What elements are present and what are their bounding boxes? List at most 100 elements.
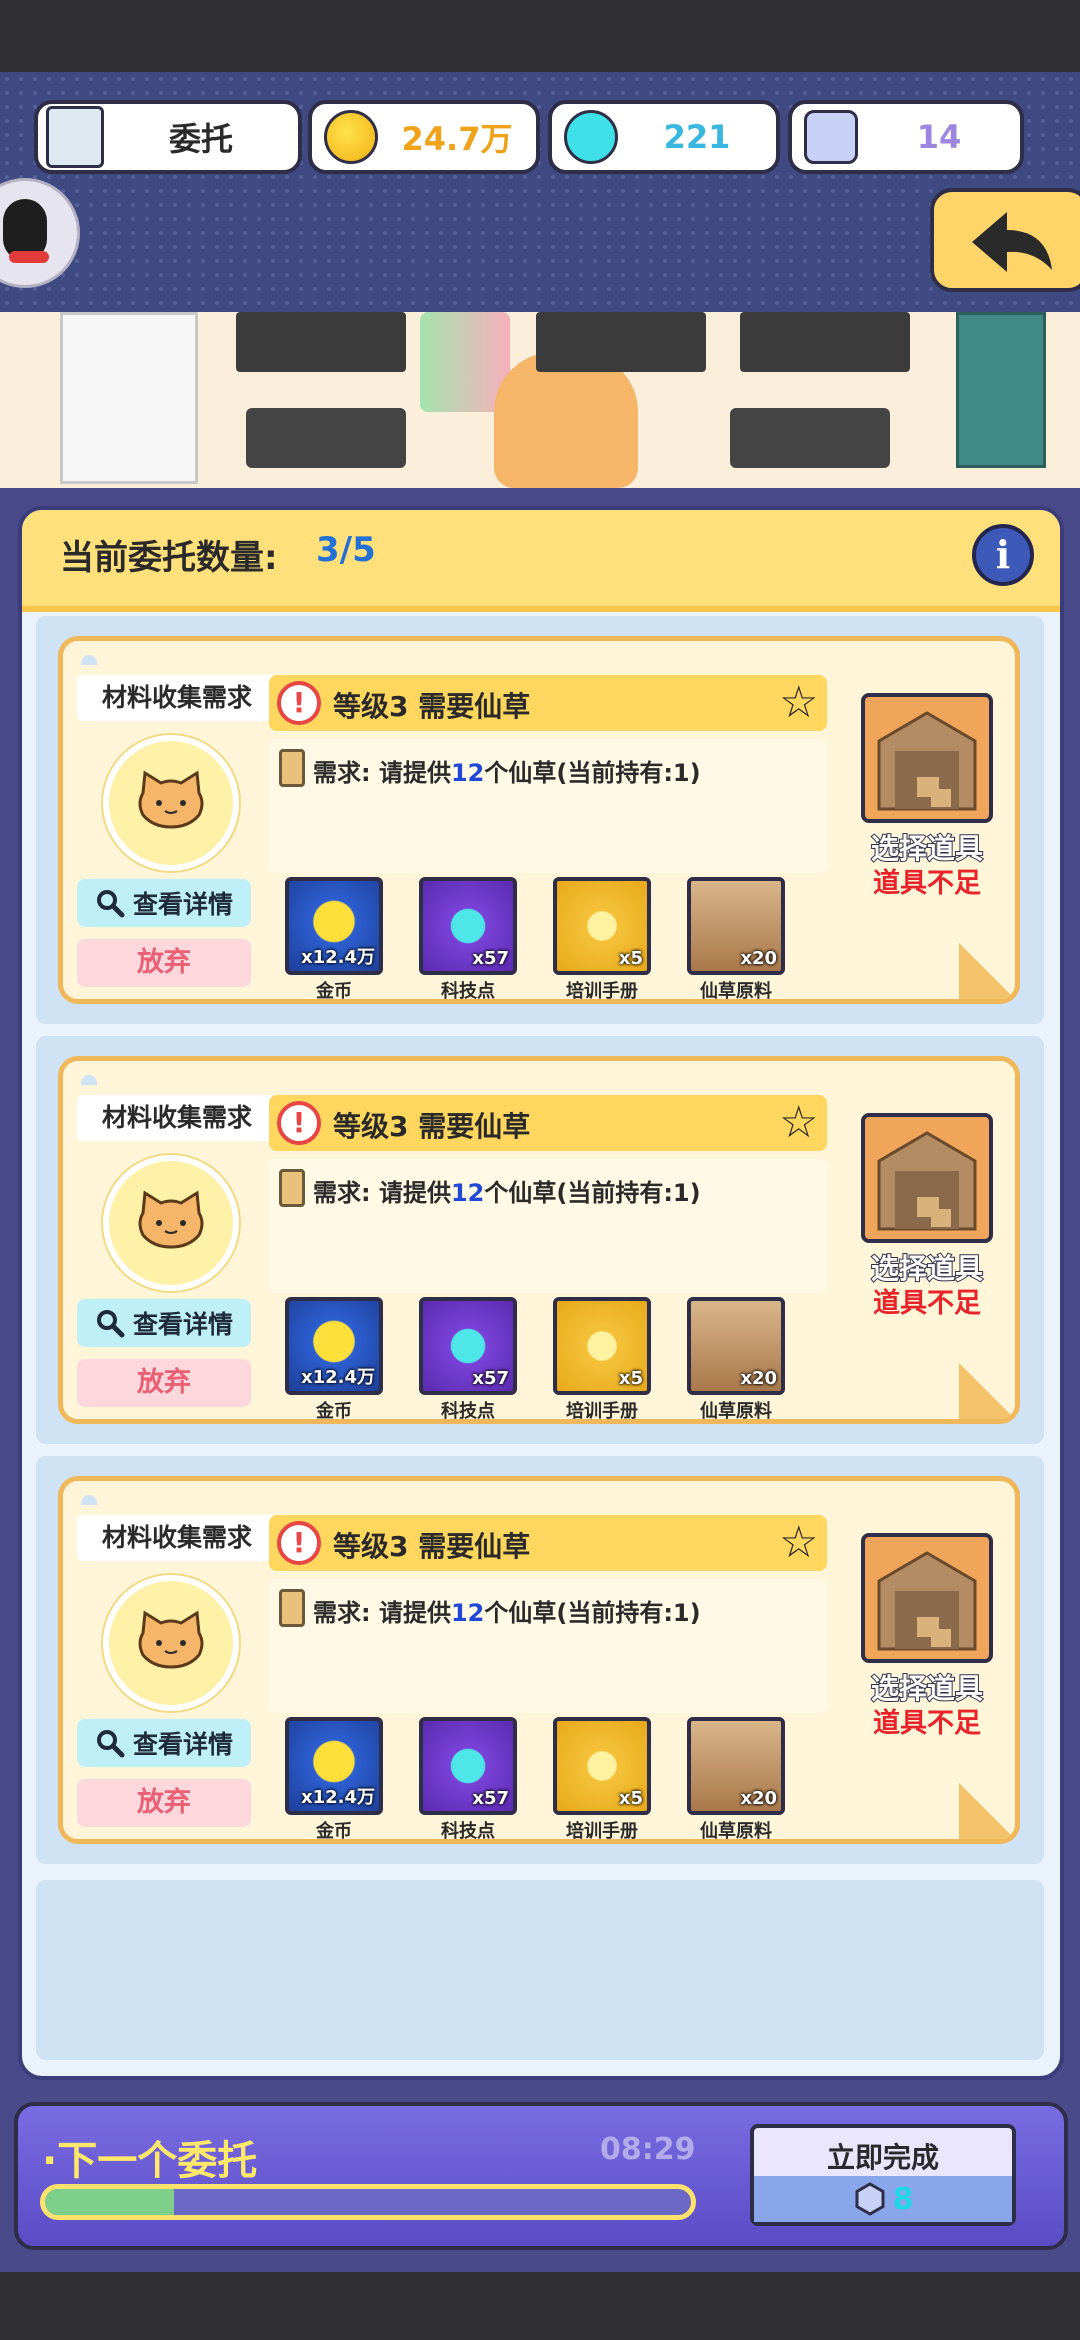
commission-card: 材料收集需求 查看详情 放弃 ! 等级3 需要仙草 ☆ 需求: 请提供12个仙草… — [58, 1056, 1020, 1424]
reward-label: 培训手册 — [566, 981, 638, 1002]
keyboard-2 — [730, 408, 890, 468]
abandon-button[interactable]: 放弃 — [77, 1359, 251, 1407]
page-fold — [959, 1783, 1015, 1839]
commission-count-value: 3/5 — [316, 530, 376, 570]
herb-crate-icon: x20 — [687, 1717, 785, 1815]
requirement-prefix: 需求: 请提供 — [313, 1179, 451, 1207]
reward-item[interactable]: x5 培训手册 — [553, 1297, 651, 1422]
requirement-amount: 12 — [450, 1179, 485, 1207]
commission-title-pill: 委托 — [34, 100, 302, 174]
cat-worker — [494, 352, 638, 488]
reward-quantity: x5 — [618, 1788, 643, 1809]
reward-quantity: x20 — [740, 1368, 777, 1389]
reward-item[interactable]: x20 仙草原料 — [687, 1717, 785, 1839]
reward-list: x12.4万 金币 x57 科技点 x5 培训手册 x20 仙草原料 — [285, 1297, 805, 1419]
reward-item[interactable]: x20 仙草原料 — [687, 877, 785, 1002]
reward-item[interactable]: x5 培训手册 — [553, 877, 651, 1002]
reward-quantity: x12.4万 — [300, 1787, 375, 1808]
view-details-button[interactable]: 查看详情 — [77, 879, 251, 927]
warehouse-icon — [877, 1551, 977, 1651]
exclamation-icon: ! — [277, 681, 321, 725]
reward-item[interactable]: x12.4万 金币 — [285, 1717, 383, 1842]
progress-fill — [45, 2189, 175, 2215]
requirement-suffix: 个仙草(当前持有:1) — [484, 1179, 701, 1207]
reward-item[interactable]: x57 科技点 — [419, 1717, 517, 1842]
abandon-button[interactable]: 放弃 — [77, 939, 251, 987]
cabinet — [60, 312, 198, 484]
back-arrow-icon — [972, 212, 1052, 272]
cat-face-icon — [138, 770, 204, 829]
office-scene — [0, 312, 1080, 488]
requirement-prefix: 需求: 请提供 — [313, 759, 451, 787]
reward-quantity: x20 — [740, 948, 777, 969]
reward-label: 科技点 — [441, 1821, 495, 1842]
flask-icon: x57 — [419, 877, 517, 975]
requirement-prefix: 需求: 请提供 — [313, 1599, 451, 1627]
instant-finish-cost-value: 8 — [892, 2181, 914, 2217]
instant-finish-cost: 8 — [754, 2176, 1012, 2222]
page-fold — [959, 943, 1015, 999]
flask-icon: x57 — [419, 1717, 517, 1815]
view-details-button[interactable]: 查看详情 — [77, 1719, 251, 1767]
reward-item[interactable]: x12.4万 金币 — [285, 877, 383, 999]
reward-item[interactable]: x57 科技点 — [419, 877, 517, 1002]
flask-icon — [564, 110, 618, 164]
computer-desk — [236, 312, 406, 372]
status-strip — [0, 0, 1080, 72]
reward-label: 仙草原料 — [700, 981, 772, 1002]
warehouse-select-button[interactable] — [861, 693, 993, 823]
reward-item[interactable]: x20 仙草原料 — [687, 1297, 785, 1419]
card-type-tag: 材料收集需求 — [77, 675, 277, 721]
reward-label: 科技点 — [441, 1401, 495, 1422]
gem-value: 14 — [916, 118, 962, 156]
card-type-tag: 材料收集需求 — [77, 1095, 277, 1141]
flask-icon: x57 — [419, 1297, 517, 1395]
empty-commission-slot — [36, 1880, 1044, 2060]
reward-quantity: x20 — [740, 1788, 777, 1809]
clipboard-icon — [279, 1589, 305, 1627]
favorite-star-icon[interactable]: ☆ — [779, 1099, 818, 1147]
favorite-star-icon[interactable]: ☆ — [779, 1519, 818, 1567]
view-details-label: 查看详情 — [132, 1310, 233, 1339]
requirement-amount: 12 — [450, 759, 485, 787]
cat-client-avatar — [103, 1155, 239, 1291]
reward-label: 科技点 — [441, 981, 495, 1002]
insufficient-items-label: 道具不足 — [873, 1288, 981, 1319]
warehouse-select-button[interactable] — [861, 1113, 993, 1243]
abandon-button[interactable]: 放弃 — [77, 1779, 251, 1827]
herb-crate-icon: x20 — [687, 877, 785, 975]
card-title: 等级3 需要仙草 — [333, 1530, 531, 1563]
reward-label: 培训手册 — [566, 1401, 638, 1422]
gem-counter[interactable]: 14 — [788, 100, 1024, 174]
cat-face-icon — [138, 1610, 204, 1669]
coin-counter[interactable]: 24.7万 — [308, 100, 540, 174]
cat-client-avatar — [103, 1575, 239, 1711]
favorite-star-icon[interactable]: ☆ — [779, 679, 818, 727]
magnifier-icon — [96, 890, 125, 918]
clipboard-icon — [279, 1169, 305, 1207]
reward-label: 金币 — [316, 1821, 352, 1842]
tech-point-counter[interactable]: 221 — [548, 100, 780, 174]
warehouse-select-button[interactable] — [861, 1533, 993, 1663]
scroll-icon — [46, 106, 104, 168]
reward-list: x12.4万 金币 x57 科技点 x5 培训手册 x20 仙草原料 — [285, 877, 805, 999]
requirement-amount: 12 — [450, 1599, 485, 1627]
reward-item[interactable]: x5 培训手册 — [553, 1717, 651, 1839]
cat-client-avatar — [103, 735, 239, 871]
manual-icon: x5 — [553, 1717, 651, 1815]
reward-item[interactable]: x57 科技点 — [419, 1297, 517, 1422]
next-commission-label: ·下一个委托 — [42, 2138, 258, 2184]
requirement-text: 需求: 请提供12个仙草(当前持有:1) — [313, 1593, 701, 1628]
insufficient-items-label: 道具不足 — [873, 868, 981, 899]
view-details-button[interactable]: 查看详情 — [77, 1299, 251, 1347]
reward-item[interactable]: x12.4万 金币 — [285, 1297, 383, 1419]
card-pin — [81, 1495, 97, 1505]
info-icon[interactable]: i — [972, 524, 1034, 586]
commission-count-label: 当前委托数量: — [60, 538, 278, 578]
warehouse-icon — [877, 1131, 977, 1231]
coin-value: 24.7万 — [401, 120, 513, 158]
locker — [956, 312, 1046, 468]
insufficient-items-label: 道具不足 — [873, 1708, 981, 1739]
back-button[interactable] — [930, 188, 1080, 292]
requirement-suffix: 个仙草(当前持有:1) — [484, 759, 701, 787]
